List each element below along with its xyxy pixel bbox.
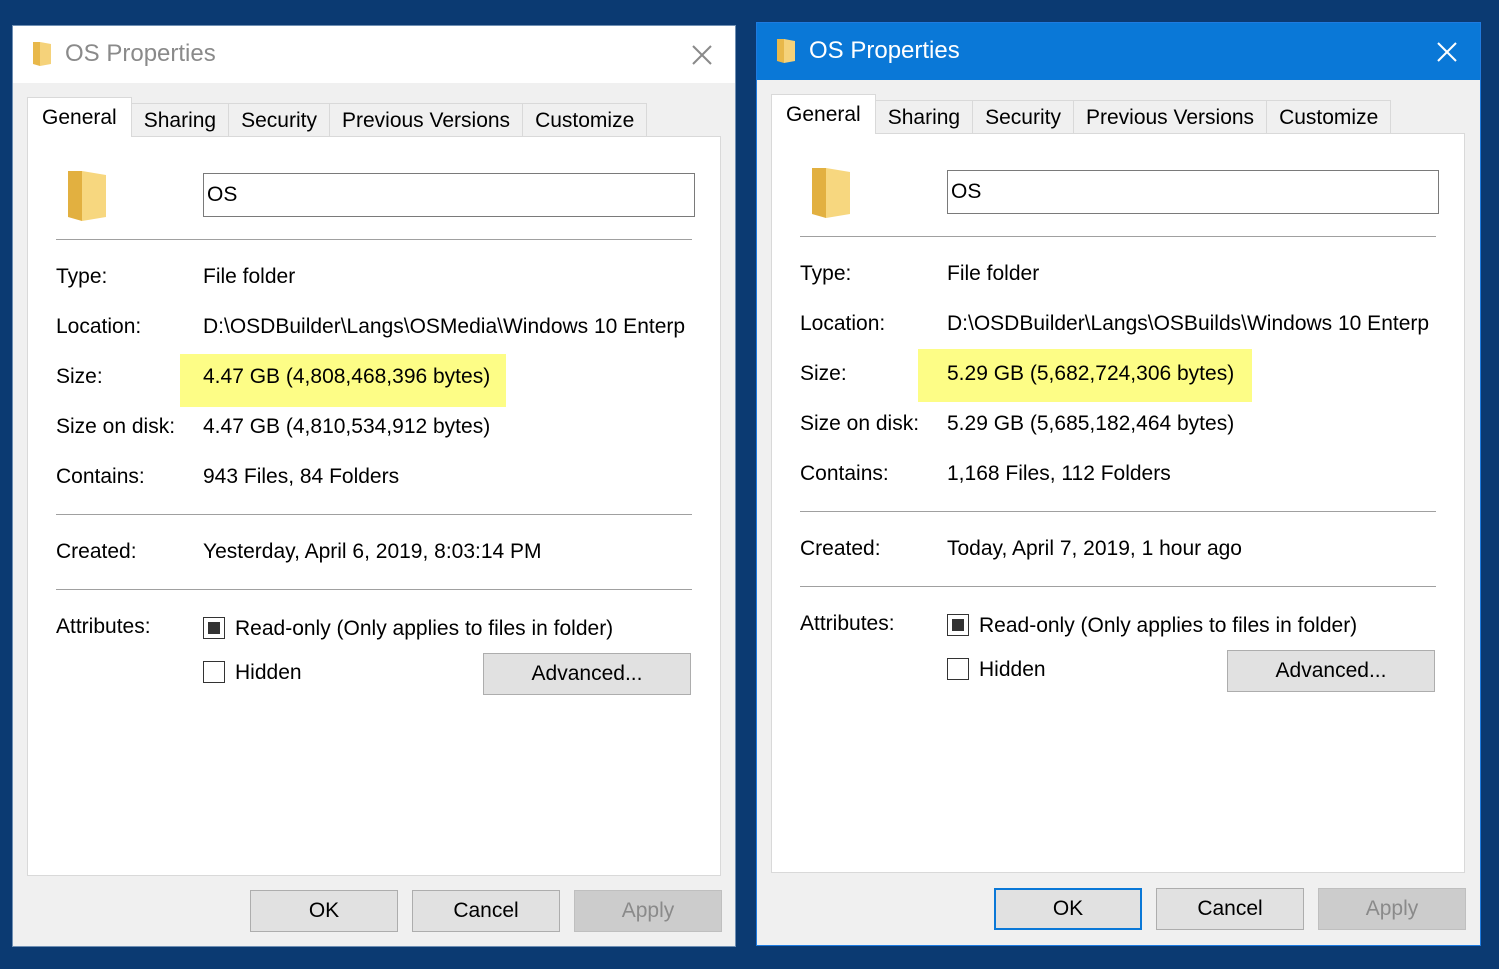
close-icon — [692, 45, 712, 65]
tab-bar: General Sharing Security Previous Versio… — [27, 97, 648, 137]
title-bar: OS Properties — [13, 26, 735, 83]
type-label: Type: — [56, 265, 108, 288]
folder-icon — [33, 42, 51, 66]
tab-security[interactable]: Security — [972, 100, 1074, 134]
readonly-label[interactable]: Read-only (Only applies to files in fold… — [235, 617, 613, 641]
attributes-label: Attributes: — [800, 612, 895, 635]
properties-dialog-left: OS Properties General Sharing Security P… — [12, 25, 736, 947]
tab-customize[interactable]: Customize — [522, 103, 648, 137]
close-icon — [1437, 42, 1457, 62]
separator — [56, 514, 692, 515]
close-button[interactable] — [685, 38, 719, 72]
separator — [800, 586, 1436, 587]
location-label: Location: — [56, 315, 142, 338]
size-label: Size: — [56, 365, 103, 388]
tab-general[interactable]: General — [771, 94, 876, 134]
close-button[interactable] — [1430, 35, 1464, 69]
type-value: File folder — [947, 262, 1040, 285]
window-title: OS Properties — [809, 37, 960, 64]
readonly-checkbox[interactable] — [203, 617, 225, 639]
size-on-disk-label: Size on disk: — [800, 412, 920, 435]
apply-button[interactable]: Apply — [574, 890, 722, 932]
contains-label: Contains: — [800, 462, 889, 485]
attributes-label: Attributes: — [56, 615, 151, 638]
tab-sharing[interactable]: Sharing — [130, 103, 230, 137]
size-value: 5.29 GB (5,682,724,306 bytes) — [947, 362, 1235, 385]
size-label: Size: — [800, 362, 847, 385]
folder-name-input[interactable] — [947, 170, 1439, 214]
separator — [800, 511, 1436, 512]
tab-security[interactable]: Security — [228, 103, 330, 137]
size-on-disk-value: 5.29 GB (5,685,182,464 bytes) — [947, 412, 1235, 435]
separator — [800, 236, 1436, 237]
tab-general[interactable]: General — [27, 97, 132, 137]
readonly-label[interactable]: Read-only (Only applies to files in fold… — [979, 614, 1357, 638]
cancel-button[interactable]: Cancel — [1156, 888, 1304, 930]
created-label: Created: — [56, 540, 137, 563]
created-value: Today, April 7, 2019, 1 hour ago — [947, 537, 1242, 560]
readonly-checkbox[interactable] — [947, 614, 969, 636]
tab-bar: General Sharing Security Previous Versio… — [771, 94, 1392, 134]
ok-button[interactable]: OK — [250, 890, 398, 932]
general-panel: Type: File folder Location: D:\OSDBuilde… — [771, 133, 1465, 873]
size-value: 4.47 GB (4,808,468,396 bytes) — [203, 365, 491, 388]
tab-previous-versions[interactable]: Previous Versions — [1072, 100, 1268, 134]
apply-button[interactable]: Apply — [1318, 888, 1466, 930]
tab-customize[interactable]: Customize — [1266, 100, 1392, 134]
tab-sharing[interactable]: Sharing — [874, 100, 974, 134]
tab-previous-versions[interactable]: Previous Versions — [328, 103, 524, 137]
type-value: File folder — [203, 265, 296, 288]
folder-icon — [777, 39, 795, 63]
contains-value: 1,168 Files, 112 Folders — [947, 462, 1171, 485]
advanced-button[interactable]: Advanced... — [1227, 650, 1435, 692]
general-panel: Type: File folder Location: D:\OSDBuilde… — [27, 136, 721, 876]
contains-label: Contains: — [56, 465, 145, 488]
folder-icon — [68, 171, 106, 221]
contains-value: 943 Files, 84 Folders — [203, 465, 400, 488]
hidden-label[interactable]: Hidden — [979, 658, 1046, 682]
size-on-disk-label: Size on disk: — [56, 415, 176, 438]
location-value: D:\OSDBuilder\Langs\OSMedia\Windows 10 E… — [203, 315, 686, 338]
folder-name-input[interactable] — [203, 173, 695, 217]
hidden-checkbox[interactable] — [947, 658, 969, 680]
cancel-button[interactable]: Cancel — [412, 890, 560, 932]
type-label: Type: — [800, 262, 852, 285]
ok-button[interactable]: OK — [994, 888, 1142, 930]
properties-dialog-right: OS Properties General Sharing Security P… — [756, 22, 1481, 946]
hidden-checkbox[interactable] — [203, 661, 225, 683]
separator — [56, 589, 692, 590]
title-bar: OS Properties — [757, 23, 1480, 80]
hidden-label[interactable]: Hidden — [235, 661, 302, 685]
size-on-disk-value: 4.47 GB (4,810,534,912 bytes) — [203, 415, 491, 438]
separator — [56, 239, 692, 240]
location-value: D:\OSDBuilder\Langs\OSBuilds\Windows 10 … — [947, 312, 1430, 335]
created-value: Yesterday, April 6, 2019, 8:03:14 PM — [203, 540, 542, 563]
window-title: OS Properties — [65, 40, 216, 67]
folder-icon — [812, 168, 850, 218]
advanced-button[interactable]: Advanced... — [483, 653, 691, 695]
location-label: Location: — [800, 312, 886, 335]
created-label: Created: — [800, 537, 881, 560]
